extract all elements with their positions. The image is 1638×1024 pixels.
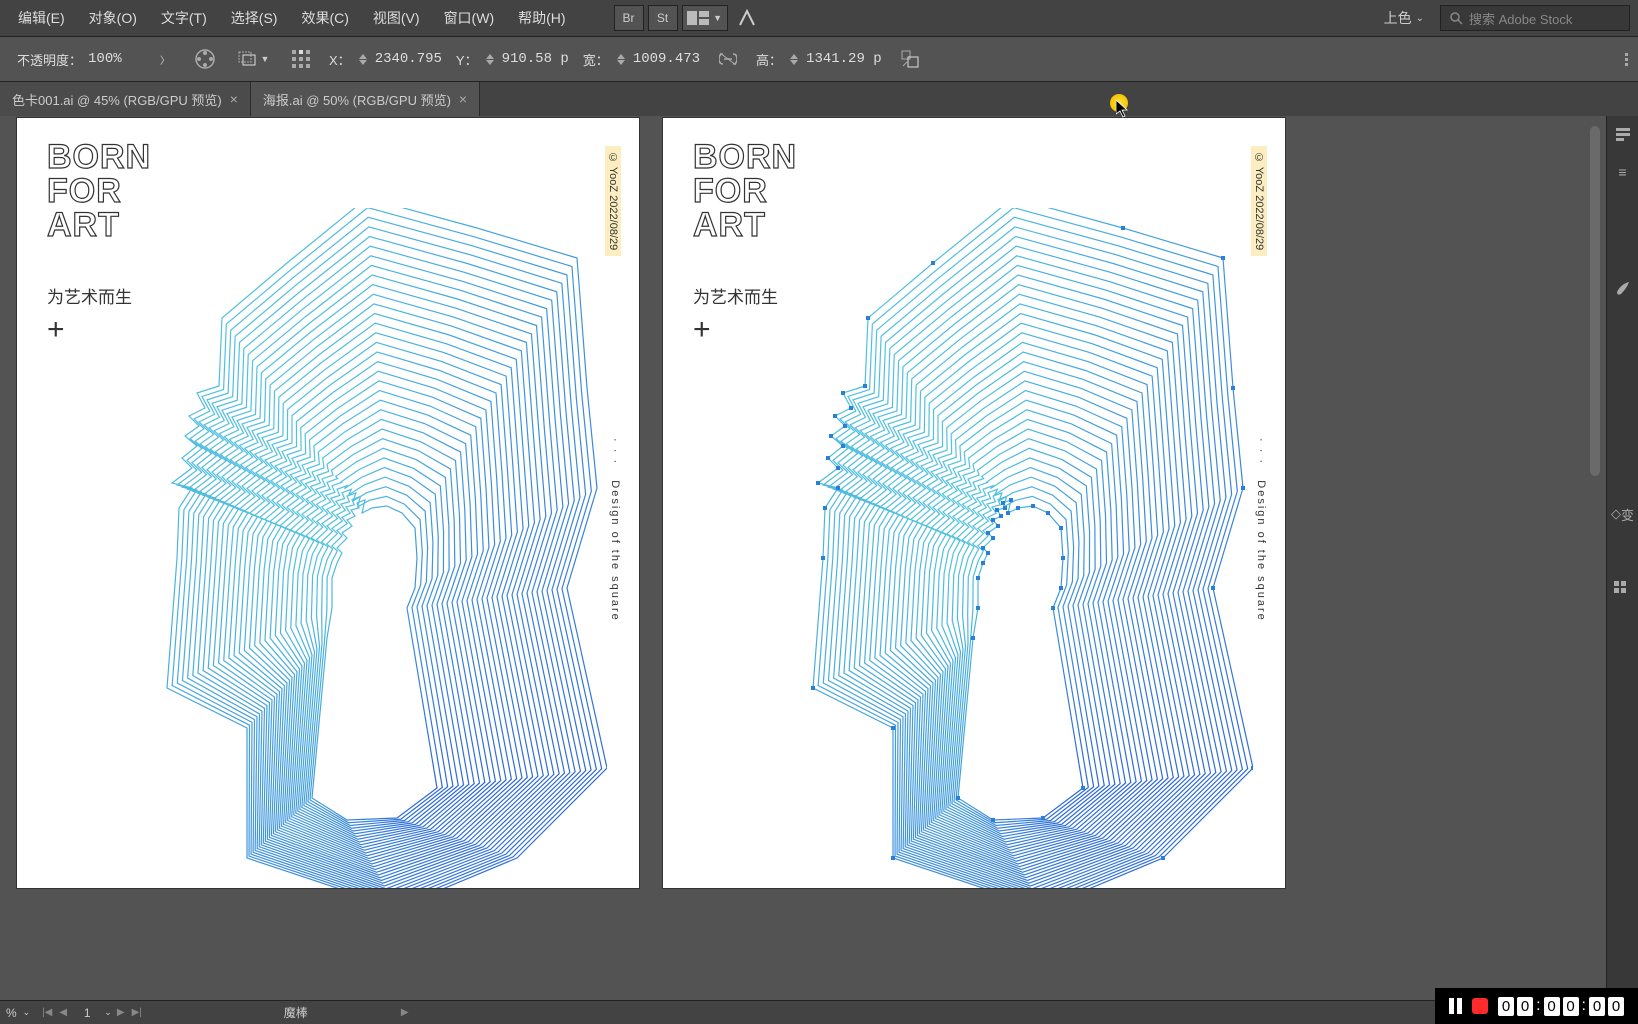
width-value: 1009.473 — [633, 51, 700, 67]
artboard-number[interactable]: 1 — [72, 1006, 102, 1020]
current-tool-label: 魔棒 — [284, 1004, 308, 1021]
arrange-docs-icon[interactable]: ▼ — [682, 5, 728, 31]
x-position[interactable]: X： 2340.795 — [329, 50, 442, 69]
screen-recorder-overlay: 0 0 : 0 0 : 0 0 — [1435, 988, 1638, 1024]
vertical-scrollbar-thumb[interactable] — [1590, 126, 1600, 476]
align-panel-icon[interactable] — [1613, 580, 1633, 600]
blend-artwork — [137, 208, 607, 888]
artboard-nav: |◀ ◀ 1 ⌄ ▶ ▶| — [40, 1006, 144, 1020]
menu-help[interactable]: 帮助(H) — [508, 2, 575, 34]
document-tab-1[interactable]: 色卡001.ai @ 45% (RGB/GPU 预览) × — [0, 82, 251, 116]
last-artboard-icon[interactable]: ▶| — [130, 1007, 144, 1018]
width-label: 宽： — [583, 50, 609, 69]
poster-subtitle: 为艺术而生 — [693, 283, 778, 308]
next-artboard-icon[interactable]: ▶ — [114, 1007, 128, 1018]
document-tabs: 色卡001.ai @ 45% (RGB/GPU 预览) × 海报.ai @ 50… — [0, 82, 1638, 116]
recorder-timer: 0 0 : 0 0 : 0 0 — [1498, 997, 1624, 1016]
lock-aspect-icon[interactable] — [714, 45, 742, 73]
opacity-control[interactable]: 不透明度： 100% 〉 — [10, 46, 177, 73]
x-label: X： — [329, 50, 351, 69]
hamburger-icon[interactable]: ≡ — [1613, 162, 1633, 182]
panel-dock: ≡ ◇ 变 — [1606, 116, 1638, 1000]
poster-heading: BORN FOR ART — [693, 140, 797, 242]
y-position[interactable]: Y： 910.58 p — [456, 50, 569, 69]
spinner-icon[interactable] — [355, 54, 371, 65]
scale-strokes-icon[interactable] — [896, 45, 924, 73]
opacity-value: 100% — [88, 51, 148, 67]
canvas[interactable]: BORN FOR ART 为艺术而生 + © YooZ 2022/08/29 ·… — [0, 116, 1606, 1000]
spinner-icon[interactable] — [482, 54, 498, 65]
transform-panel-icon[interactable]: ◇ 变 — [1613, 504, 1633, 524]
reference-point-icon[interactable] — [287, 45, 315, 73]
close-icon[interactable]: × — [459, 91, 467, 107]
transform-icon[interactable]: ▼ — [233, 45, 273, 73]
adobe-stock-search[interactable]: 搜索 Adobe Stock — [1440, 5, 1630, 31]
menu-type[interactable]: 文字(T) — [151, 2, 217, 34]
record-icon[interactable] — [1472, 998, 1488, 1014]
workspace-label: 上色 — [1384, 8, 1412, 28]
workspace-switcher[interactable]: 上色 ⌄ — [1378, 8, 1430, 28]
poster-heading: BORN FOR ART — [47, 140, 151, 242]
document-tab-2[interactable]: 海报.ai @ 50% (RGB/GPU 预览) × — [251, 82, 480, 116]
plus-icon: + — [693, 313, 711, 347]
menu-bar: 编辑(E) 对象(O) 文字(T) 选择(S) 效果(C) 视图(V) 窗口(W… — [0, 0, 1638, 36]
spinner-icon[interactable] — [613, 54, 629, 65]
first-artboard-icon[interactable]: |◀ — [40, 1007, 54, 1018]
poster-subtitle: 为艺术而生 — [47, 283, 132, 308]
x-value: 2340.795 — [375, 51, 442, 67]
poster-side-text: · · · Design of the square — [609, 438, 621, 622]
menu-edit[interactable]: 编辑(E) — [8, 2, 75, 34]
brushes-panel-icon[interactable] — [1613, 278, 1633, 298]
opacity-label: 不透明度： — [17, 50, 82, 69]
options-overflow-icon[interactable] — [1625, 53, 1628, 66]
y-value: 910.58 p — [502, 51, 569, 67]
search-icon — [1449, 11, 1463, 25]
menu-object[interactable]: 对象(O) — [79, 2, 147, 34]
menu-select[interactable]: 选择(S) — [221, 2, 288, 34]
menu-view[interactable]: 视图(V) — [363, 2, 430, 34]
stock-icon[interactable]: St — [648, 5, 678, 31]
plus-icon: + — [47, 313, 65, 347]
tab-label: 色卡001.ai @ 45% (RGB/GPU 预览) — [12, 90, 222, 109]
width-field[interactable]: 宽： 1009.473 — [583, 50, 700, 69]
height-value: 1341.29 p — [806, 51, 882, 67]
prev-artboard-icon[interactable]: ◀ — [56, 1007, 70, 1018]
blend-artwork-selected[interactable] — [783, 208, 1253, 888]
zoom-level[interactable]: % ⌄ — [6, 1006, 30, 1020]
zoom-value: % — [6, 1006, 17, 1020]
poster-credit: © YooZ 2022/08/29 — [1251, 146, 1267, 256]
status-bar: % ⌄ |◀ ◀ 1 ⌄ ▶ ▶| 魔棒 ▶ — [0, 1000, 1638, 1024]
artboard-1: BORN FOR ART 为艺术而生 + © YooZ 2022/08/29 ·… — [17, 118, 639, 888]
cursor-arrow-icon — [1116, 100, 1130, 118]
height-label: 高： — [756, 50, 782, 69]
poster-credit: © YooZ 2022/08/29 — [605, 146, 621, 256]
artboard-2: BORN FOR ART 为艺术而生 + © YooZ 2022/08/29 ·… — [663, 118, 1285, 888]
menu-effect[interactable]: 效果(C) — [291, 2, 358, 34]
status-menu-icon[interactable]: ▶ — [398, 1007, 412, 1018]
y-label: Y： — [456, 50, 478, 69]
menu-window[interactable]: 窗口(W) — [434, 2, 505, 34]
spinner-icon[interactable] — [786, 54, 802, 65]
pause-icon[interactable] — [1449, 998, 1462, 1014]
search-placeholder: 搜索 Adobe Stock — [1469, 9, 1572, 28]
properties-panel-icon[interactable] — [1613, 124, 1633, 144]
control-bar: 不透明度： 100% 〉 ▼ X： 2340.795 Y： 910.58 p 宽… — [0, 36, 1638, 82]
tab-label: 海报.ai @ 50% (RGB/GPU 预览) — [263, 90, 451, 109]
close-icon[interactable]: × — [230, 91, 238, 107]
height-field[interactable]: 高： 1341.29 p — [756, 50, 882, 69]
poster-side-text: · · · Design of the square — [1255, 438, 1267, 622]
bridge-icon[interactable]: Br — [614, 5, 644, 31]
gpu-icon[interactable] — [732, 5, 762, 31]
recolor-icon[interactable] — [191, 45, 219, 73]
